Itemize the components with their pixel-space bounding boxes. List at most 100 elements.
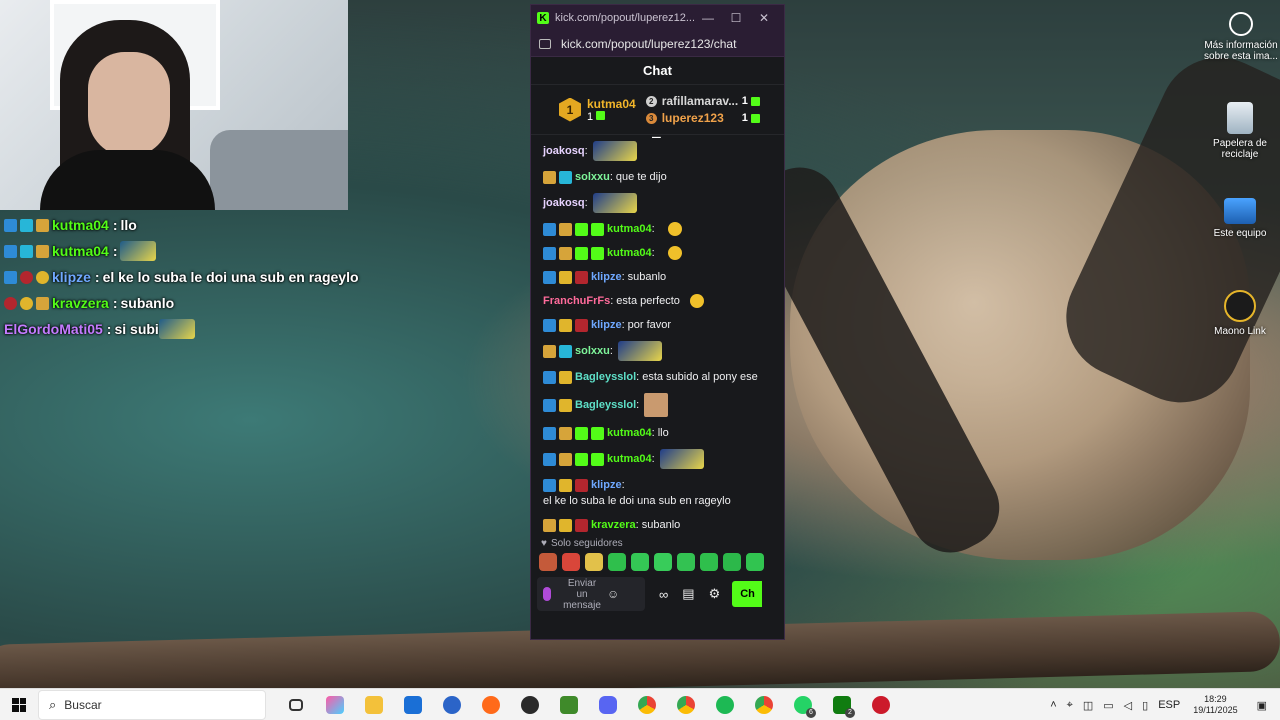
chat-message[interactable]: kravzera: subanlo (541, 513, 774, 535)
chat-username[interactable]: solxxu (575, 343, 610, 359)
crown-badge-icon[interactable] (559, 426, 572, 440)
gold-badge-icon[interactable] (559, 318, 572, 332)
boost-badge-icon[interactable] (543, 246, 556, 260)
xbox-app[interactable]: 2 (822, 690, 861, 720)
emote-icon[interactable] (585, 553, 603, 571)
obs-app[interactable] (510, 690, 549, 720)
chat-message[interactable]: joakosq: (541, 137, 774, 165)
collapse-icon[interactable]: ☰ (651, 135, 662, 141)
volume-icon[interactable]: ◁ (1124, 699, 1132, 712)
chat-username[interactable]: klipze (591, 477, 622, 493)
chat-emote-icon[interactable] (592, 193, 637, 213)
chat-username[interactable]: kutma04 (607, 425, 652, 441)
site-settings-icon[interactable] (539, 38, 551, 49)
minecraft-app[interactable] (549, 690, 588, 720)
chat-message[interactable]: kutma04: llo (541, 421, 774, 445)
crown-badge-icon[interactable] (559, 246, 572, 260)
sub-badge-icon[interactable] (559, 344, 572, 358)
chat-emote-icon[interactable] (592, 141, 637, 161)
desktop-maono-link[interactable]: Maono Link (1200, 290, 1280, 337)
spotify-app[interactable] (705, 690, 744, 720)
emote-icon[interactable] (608, 553, 626, 571)
chat-username[interactable]: solxxu (575, 169, 610, 185)
chat-emote-icon[interactable] (667, 246, 682, 260)
close-icon[interactable]: ✕ (750, 11, 778, 25)
chat-username[interactable]: kravzera (591, 517, 636, 533)
chat-message[interactable]: kutma04: (541, 217, 774, 241)
chat-message[interactable]: klipze: subanlo (541, 265, 774, 289)
gift-badge-icon[interactable] (575, 246, 588, 260)
microphone-icon[interactable] (543, 587, 551, 601)
robot-badge-icon[interactable] (591, 222, 604, 236)
robot-badge-icon[interactable] (591, 246, 604, 260)
emote-icon[interactable] (700, 553, 718, 571)
maximize-icon[interactable]: ☐ (722, 11, 750, 25)
chat-username[interactable]: kutma04 (607, 221, 652, 237)
chat-input[interactable]: Enviar un mensaje ☺ (537, 577, 645, 611)
clock[interactable]: 18:29 19/11/2025 (1193, 694, 1237, 716)
gold-badge-icon[interactable] (559, 398, 572, 412)
copilot-app[interactable] (315, 690, 354, 720)
chat-message[interactable]: klipze: el ke lo suba le doi una sub en r… (541, 473, 774, 513)
leaderboard-row[interactable]: 3 luperez123 1 (645, 110, 760, 127)
desktop-info-icon[interactable]: Más información sobre esta ima... (1201, 12, 1280, 62)
chevron-up-icon[interactable]: ˄ (1050, 699, 1056, 711)
gold-badge-icon[interactable] (559, 270, 572, 284)
chrome-app[interactable] (627, 690, 666, 720)
chat-username[interactable]: joakosq (543, 143, 585, 159)
emote-icon[interactable] (654, 553, 672, 571)
chat-message[interactable]: kutma04: (541, 241, 774, 265)
network-icon[interactable]: ◫ (1083, 699, 1093, 712)
chat-username[interactable]: klipze (591, 269, 622, 285)
chat-message[interactable]: FranchuFrFs: esta perfecto (541, 289, 774, 313)
location-icon[interactable]: ⌖ (1067, 699, 1073, 712)
language-indicator[interactable]: ESP (1158, 699, 1180, 711)
gold-badge-icon[interactable] (559, 478, 572, 492)
store-icon[interactable]: ▤ (682, 586, 694, 602)
task-view-button[interactable] (276, 690, 315, 720)
red-badge-icon[interactable] (575, 270, 588, 284)
chat-emote-icon[interactable] (689, 294, 704, 308)
chat-emote-icon[interactable] (644, 393, 669, 417)
red-badge-icon[interactable] (575, 318, 588, 332)
robot-badge-icon[interactable] (591, 426, 604, 440)
crown-badge-icon[interactable] (543, 344, 556, 358)
boost-badge-icon[interactable] (543, 398, 556, 412)
boost-badge-icon[interactable] (543, 222, 556, 236)
emote-icon[interactable] (746, 553, 764, 571)
battery-icon[interactable]: ▯ (1142, 699, 1148, 712)
chat-emote-icon[interactable] (617, 341, 662, 361)
chat-username[interactable]: kutma04 (607, 451, 652, 467)
desktop-recycle-bin[interactable]: Papelera de reciclaje (1200, 102, 1280, 160)
red-badge-icon[interactable] (575, 518, 588, 532)
chat-message[interactable]: klipze: por favor (541, 313, 774, 337)
store-app[interactable] (393, 690, 432, 720)
sub-badge-icon[interactable] (559, 170, 572, 184)
gift-badge-icon[interactable] (575, 222, 588, 236)
gold-badge-icon[interactable] (559, 518, 572, 532)
boost-badge-icon[interactable] (543, 318, 556, 332)
emote-icon[interactable] (631, 553, 649, 571)
boost-badge-icon[interactable] (543, 270, 556, 284)
emoji-icon[interactable]: ☺ (607, 588, 619, 600)
chat-message[interactable]: Bagleysslol: (541, 389, 774, 421)
chrome-app-2[interactable] (666, 690, 705, 720)
boost-badge-icon[interactable] (543, 426, 556, 440)
address-bar[interactable]: kick.com/popout/luperez123/chat (531, 31, 784, 57)
display-icon[interactable]: ▭ (1103, 699, 1113, 712)
orange-app[interactable] (471, 690, 510, 720)
chat-username[interactable]: Bagleysslol (575, 369, 636, 385)
emote-icon[interactable] (539, 553, 557, 571)
chrome-app-3[interactable] (744, 690, 783, 720)
chat-username[interactable]: klipze (591, 317, 622, 333)
boost-badge-icon[interactable] (543, 478, 556, 492)
chat-message[interactable]: solxxu: que te dijo (541, 165, 774, 189)
robot-badge-icon[interactable] (591, 452, 604, 466)
start-button[interactable] (0, 689, 38, 720)
emote-icon[interactable] (562, 553, 580, 571)
red-badge-icon[interactable] (575, 478, 588, 492)
chat-message[interactable]: solxxu: (541, 337, 774, 365)
crown-badge-icon[interactable] (559, 452, 572, 466)
file-explorer-app[interactable] (354, 690, 393, 720)
chat-emote-icon[interactable] (667, 222, 682, 236)
